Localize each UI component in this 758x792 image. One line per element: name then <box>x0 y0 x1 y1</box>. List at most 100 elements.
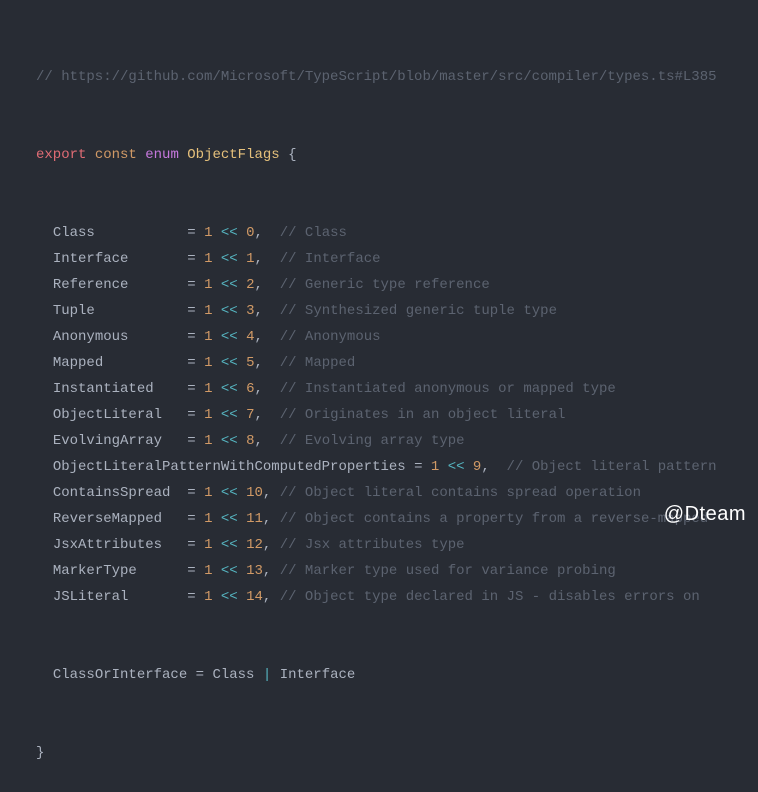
enum-member-name: MarkerType <box>53 563 137 579</box>
line-comment: // Marker type used for variance probing <box>280 563 616 579</box>
line-comment: // Jsx attributes type <box>280 537 465 553</box>
line-comment: // Interface <box>280 251 381 267</box>
comma: , <box>255 251 263 267</box>
enum-member-line: MarkerType = 1 << 13, // Marker type use… <box>36 558 758 584</box>
enum-member-name: ReverseMapped <box>53 511 162 527</box>
line-comment: // Class <box>280 225 347 241</box>
comma: , <box>255 277 263 293</box>
keyword-export: export <box>36 147 86 163</box>
number-literal: 4 <box>246 329 254 345</box>
number-literal: 1 <box>204 277 212 293</box>
enum-member-name: JsxAttributes <box>53 537 162 553</box>
brace-close: } <box>36 745 44 761</box>
source-url-comment: // https://github.com/Microsoft/TypeScri… <box>36 69 717 85</box>
number-literal: 1 <box>204 485 212 501</box>
shift-operator: << <box>221 563 238 579</box>
line-comment: // Object literal contains spread operat… <box>280 485 641 501</box>
number-literal: 1 <box>204 381 212 397</box>
number-literal: 1 <box>204 537 212 553</box>
enum-member-name: ObjectLiteral <box>53 407 162 423</box>
equals-sign: = <box>187 563 195 579</box>
comma: , <box>263 589 271 605</box>
enum-declaration-line: export const enum ObjectFlags { <box>36 142 758 168</box>
number-literal: 1 <box>204 329 212 345</box>
enum-member-name: Class <box>53 225 95 241</box>
enum-member-name: EvolvingArray <box>53 433 162 449</box>
enum-member-line: JSLiteral = 1 << 14, // Object type decl… <box>36 584 758 610</box>
enum-member-name: JSLiteral <box>53 589 129 605</box>
line-comment: // Synthesized generic tuple type <box>280 303 557 319</box>
enum-member-line: Interface = 1 << 1, // Interface <box>36 246 758 272</box>
shift-operator: << <box>221 277 238 293</box>
shift-operator: << <box>221 433 238 449</box>
comma: , <box>263 485 271 501</box>
line-comment: // Instantiated anonymous or mapped type <box>280 381 616 397</box>
number-literal: 1 <box>204 563 212 579</box>
comma: , <box>255 303 263 319</box>
enum-member-name: ClassOrInterface <box>53 667 187 683</box>
number-literal: 12 <box>246 537 263 553</box>
number-literal: 7 <box>246 407 254 423</box>
enum-member-name: Mapped <box>53 355 103 371</box>
equals-sign: = <box>187 511 195 527</box>
line-comment: // Originates in an object literal <box>280 407 566 423</box>
comma: , <box>263 511 271 527</box>
equals-sign: = <box>187 407 195 423</box>
shift-operator: << <box>221 537 238 553</box>
equals-sign: = <box>187 589 195 605</box>
shift-operator: << <box>221 407 238 423</box>
shift-operator: << <box>221 251 238 267</box>
line-comment: // Mapped <box>280 355 356 371</box>
number-literal: 1 <box>246 251 254 267</box>
number-literal: 10 <box>246 485 263 501</box>
enum-member-name: Instantiated <box>53 381 154 397</box>
comma: , <box>263 563 271 579</box>
shift-operator: << <box>221 355 238 371</box>
line-comment: // Anonymous <box>280 329 381 345</box>
enum-member-line: Instantiated = 1 << 6, // Instantiated a… <box>36 376 758 402</box>
line-comment: // Object literal pattern <box>507 459 717 475</box>
equals-sign: = <box>187 537 195 553</box>
equals-sign: = <box>414 459 422 475</box>
line-comment: // Object contains a property from a rev… <box>280 511 708 527</box>
number-literal: 1 <box>204 589 212 605</box>
shift-operator: << <box>448 459 465 475</box>
comma: , <box>255 381 263 397</box>
comma: , <box>255 355 263 371</box>
number-literal: 1 <box>204 407 212 423</box>
equals-sign: = <box>187 251 195 267</box>
keyword-const: const <box>95 147 137 163</box>
shift-operator: << <box>221 225 238 241</box>
enum-member-line: ObjectLiteralPatternWithComputedProperti… <box>36 454 758 480</box>
equals-sign: = <box>187 381 195 397</box>
brace-close-line: } <box>36 740 758 766</box>
equals-sign: = <box>187 355 195 371</box>
shift-operator: << <box>221 511 238 527</box>
equals-sign: = <box>196 667 204 683</box>
number-literal: 13 <box>246 563 263 579</box>
number-literal: 1 <box>431 459 439 475</box>
equals-sign: = <box>187 277 195 293</box>
number-literal: 1 <box>204 303 212 319</box>
equals-sign: = <box>187 329 195 345</box>
brace-open: { <box>288 147 296 163</box>
equals-sign: = <box>187 225 195 241</box>
equals-sign: = <box>187 433 195 449</box>
enum-member-line: Class = 1 << 0, // Class <box>36 220 758 246</box>
enum-union-line: ClassOrInterface = Class | Interface <box>36 662 758 688</box>
enum-member-line: Anonymous = 1 << 4, // Anonymous <box>36 324 758 350</box>
comma: , <box>255 329 263 345</box>
number-literal: 3 <box>246 303 254 319</box>
enum-member-name: Tuple <box>53 303 95 319</box>
enum-member-name: Anonymous <box>53 329 129 345</box>
enum-member-name: Reference <box>53 277 129 293</box>
shift-operator: << <box>221 485 238 501</box>
shift-operator: << <box>221 303 238 319</box>
pipe-operator: | <box>263 667 271 683</box>
shift-operator: << <box>221 381 238 397</box>
comma: , <box>255 407 263 423</box>
equals-sign: = <box>187 485 195 501</box>
comma: , <box>263 537 271 553</box>
number-literal: 0 <box>246 225 254 241</box>
comma: , <box>255 433 263 449</box>
